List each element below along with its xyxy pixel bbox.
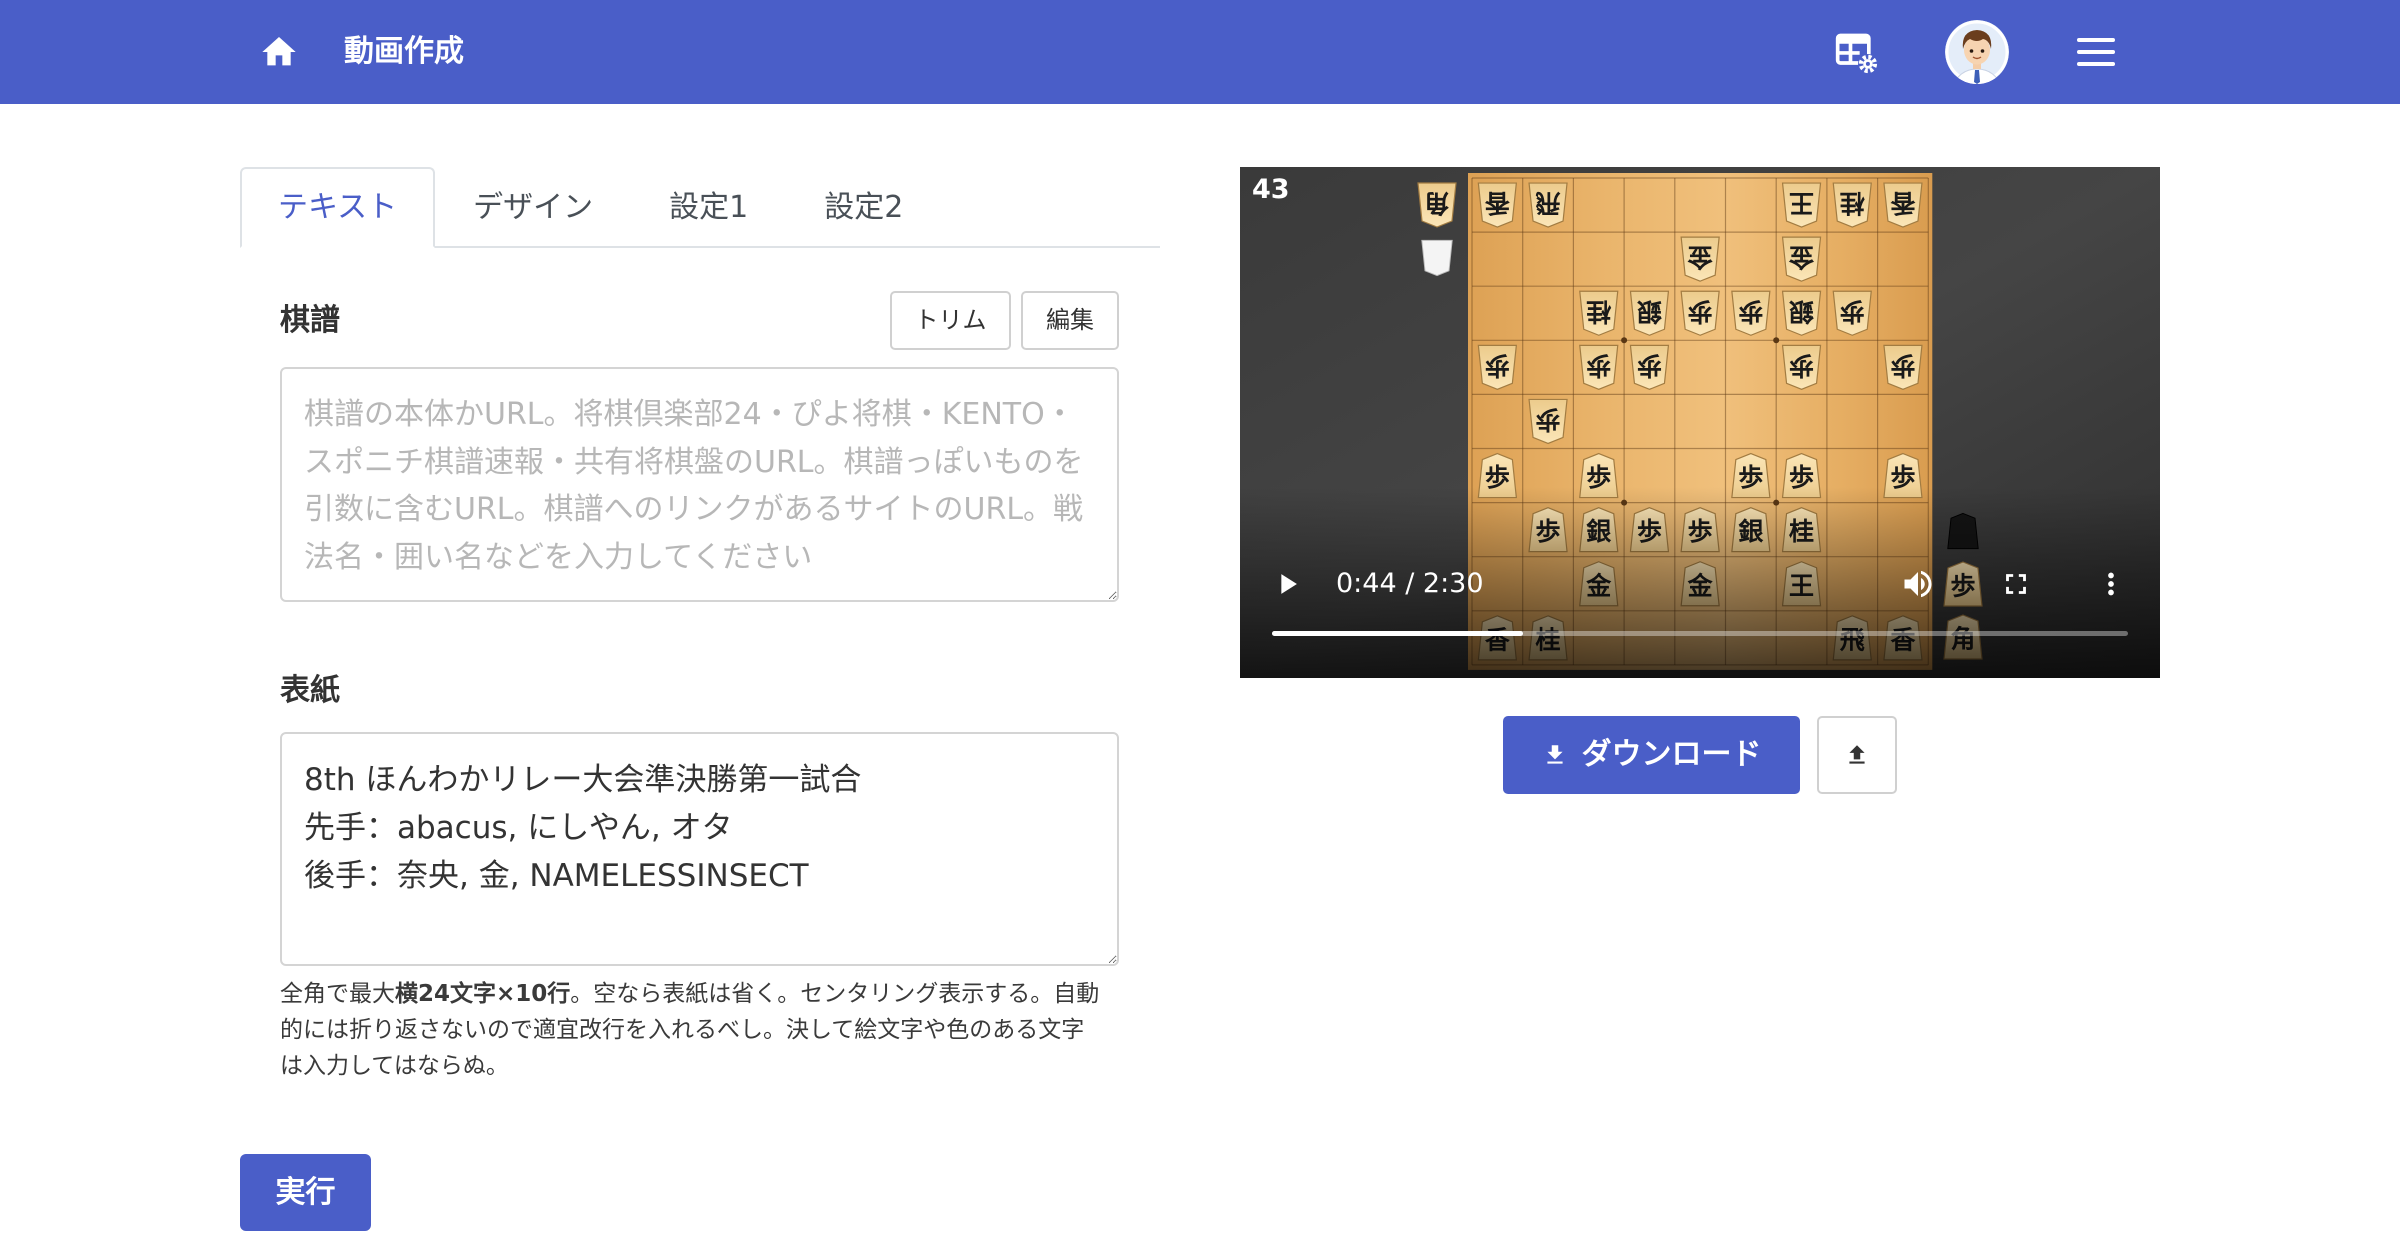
- run-button[interactable]: 実行: [240, 1154, 371, 1231]
- shogi-piece: 歩: [1629, 344, 1670, 390]
- avatar[interactable]: [1945, 20, 2009, 84]
- piece-label: 歩: [1586, 351, 1611, 380]
- shogi-piece: 桂: [1832, 182, 1872, 228]
- piece-label: 歩: [1485, 351, 1510, 380]
- star-point: [1773, 337, 1780, 344]
- tab-design[interactable]: デザイン: [435, 167, 631, 248]
- table-settings-icon[interactable]: [1834, 30, 1878, 74]
- hamburger-menu-icon[interactable]: [2077, 38, 2115, 66]
- upload-button[interactable]: [1817, 716, 1897, 794]
- download-button[interactable]: ダウンロード: [1503, 716, 1800, 794]
- piece-label: 桂: [1586, 297, 1611, 326]
- tab-text[interactable]: テキスト: [240, 167, 436, 248]
- piece-label: 角: [1424, 189, 1449, 218]
- piece-label: 歩: [1688, 297, 1713, 326]
- cover-textarea[interactable]: 8th ほんわかリレー大会準決勝第一試合 先手：abacus, にしやん, オタ…: [280, 732, 1119, 966]
- volume-icon[interactable]: [1900, 566, 1936, 602]
- piece-label: 金: [1788, 243, 1815, 272]
- shogi-piece: 歩: [1781, 344, 1822, 390]
- piece-label: 香: [1485, 189, 1510, 218]
- shogi-piece: 歩: [1731, 290, 1771, 336]
- piece-label: 歩: [1890, 351, 1915, 380]
- tab-settings-2[interactable]: 設定2: [786, 167, 941, 248]
- shogi-piece: 歩: [1680, 290, 1720, 336]
- shogi-piece: 歩: [1832, 290, 1872, 336]
- progress-bar[interactable]: [1272, 631, 2128, 636]
- kifu-textarea[interactable]: [280, 367, 1119, 602]
- piece-label: 歩: [1536, 405, 1561, 434]
- piece-label: 歩: [1738, 297, 1763, 326]
- shogi-piece: 歩: [1579, 344, 1619, 390]
- shogi-piece: 桂: [1579, 290, 1619, 336]
- home-icon[interactable]: [259, 32, 299, 72]
- shogi-piece: 飛: [1528, 182, 1568, 228]
- star-point: [1621, 337, 1628, 344]
- shogi-piece: 銀: [1781, 290, 1822, 336]
- upload-icon: [1844, 742, 1870, 768]
- menu-line: [2077, 50, 2115, 54]
- play-icon[interactable]: [1270, 567, 1304, 601]
- tab-bar: テキスト デザイン 設定1 設定2: [240, 167, 1160, 248]
- progress-played: [1272, 631, 1523, 636]
- time-display: 0:44 / 2:30: [1336, 568, 1484, 599]
- fullscreen-icon[interactable]: [1999, 567, 2033, 601]
- shogi-piece: 香: [1883, 182, 1923, 228]
- trim-button[interactable]: トリム: [890, 291, 1011, 350]
- gote-turn-marker: [1421, 239, 1453, 277]
- download-button-label: ダウンロード: [1581, 737, 1762, 772]
- shogi-piece: 銀: [1629, 290, 1670, 336]
- shogi-piece: 金: [1781, 236, 1822, 282]
- piece-label: 金: [1687, 243, 1714, 272]
- piece-body: [1421, 239, 1453, 277]
- cover-label: 表紙: [280, 673, 340, 708]
- shogi-piece: 歩: [1477, 344, 1518, 390]
- shogi-piece: 香: [1477, 182, 1518, 228]
- piece-label: 歩: [1789, 351, 1814, 380]
- menu-line: [2077, 62, 2115, 66]
- move-number: 43: [1252, 174, 1290, 205]
- menu-line: [2077, 38, 2115, 42]
- help-text-prefix: 全角で最大: [280, 981, 395, 1007]
- piece-label: 歩: [1840, 297, 1865, 326]
- download-icon: [1542, 742, 1568, 768]
- cover-help-text: 全角で最大横24文字×10行。空なら表紙は省く。センタリング表示する。自動的には…: [280, 976, 1102, 1084]
- page-title: 動画作成: [344, 34, 464, 69]
- shogi-piece: 歩: [1528, 398, 1568, 445]
- piece-label: 飛: [1536, 189, 1561, 218]
- piece-label: 歩: [1637, 351, 1662, 380]
- gote-hand-piece: 角: [1417, 182, 1457, 228]
- piece-label: 王: [1789, 189, 1814, 218]
- piece-label: 銀: [1789, 297, 1814, 326]
- video-player[interactable]: 香飛王桂香金金桂銀歩歩銀歩歩歩歩歩歩歩歩歩歩歩歩歩銀歩歩銀桂金金王香桂飛香角歩角…: [1240, 167, 2160, 678]
- shogi-piece: 王: [1781, 182, 1822, 228]
- shogi-piece: 歩: [1883, 344, 1923, 390]
- tab-settings-1[interactable]: 設定1: [631, 167, 786, 248]
- piece-label: 桂: [1840, 189, 1865, 218]
- piece-label: 香: [1890, 189, 1915, 218]
- edit-button[interactable]: 編集: [1021, 291, 1119, 350]
- help-text-bold: 横24文字×10行: [395, 981, 571, 1007]
- more-options-icon[interactable]: [2094, 567, 2128, 601]
- kifu-label: 棋譜: [280, 303, 340, 338]
- app-header: 動画作成: [0, 0, 2400, 104]
- piece-label: 銀: [1637, 297, 1662, 326]
- shogi-piece: 金: [1680, 236, 1720, 282]
